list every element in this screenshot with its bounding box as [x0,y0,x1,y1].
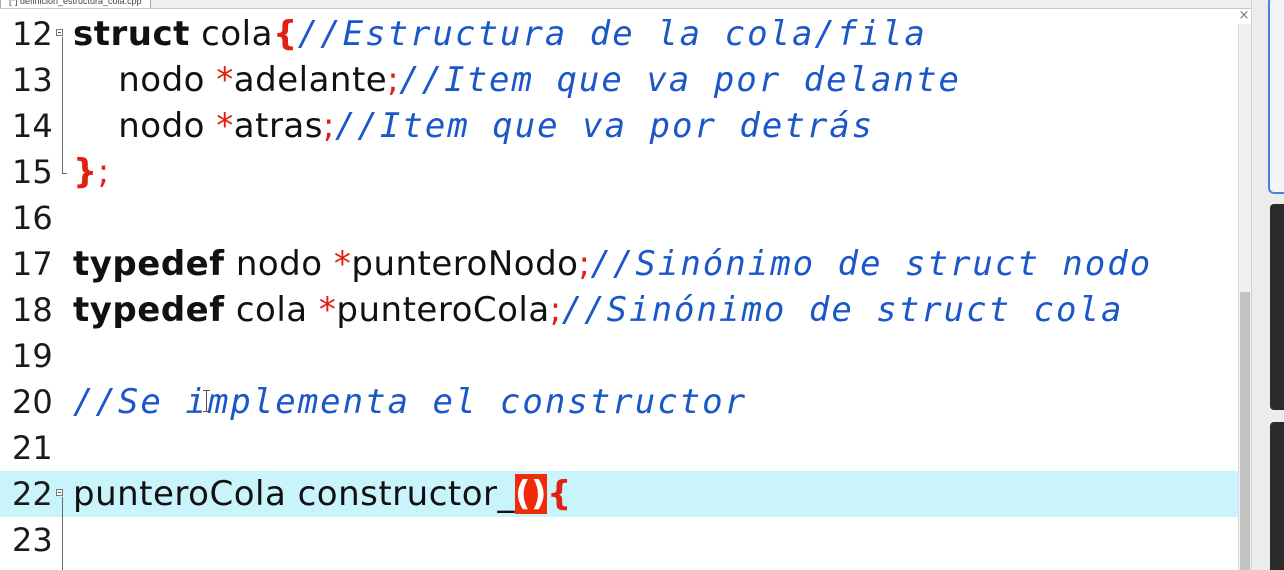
code-line[interactable]: 16 [0,195,1238,241]
line-number: 16 [12,199,53,237]
identifier-token: punteroCola [336,290,550,330]
fold-minus-icon[interactable] [56,489,63,496]
fold-minus-icon[interactable] [56,29,63,36]
comment-token: //Se implementa el constructor [73,382,748,422]
comment-token: //Item que va por delante [399,60,961,100]
code-line[interactable]: 17 typedef nodo *punteroNodo;//Sinónimo d… [0,241,1238,287]
line-number: 22 [12,475,53,513]
line-number: 18 [12,291,53,329]
code-text[interactable]: nodo *adelante;//Item que va por delante [73,57,961,103]
operator-token: ; [322,106,335,146]
code-line-current[interactable]: 22 punteroCola constructor_(){ [0,471,1238,517]
code-text[interactable]: nodo *atras;//Item que va por detrás [73,103,874,149]
identifier-token: cola [189,14,273,54]
code-text[interactable]: typedef cola *punteroCola;//Sinónimo de … [73,287,1123,333]
code-line[interactable]: 13 nodo *adelante;//Item que va por dela… [0,57,1238,103]
side-panel-card[interactable] [1270,204,1284,410]
comment-token: //Estructura de la cola/fila [297,14,927,54]
operator-token: * [216,60,234,100]
operator-token: ; [97,152,110,192]
line-number: 21 [12,429,53,467]
bracket-token: } [73,152,98,192]
side-panel-card[interactable] [1270,422,1284,570]
operator-token: ; [549,290,562,330]
code-line[interactable]: 19 [0,333,1238,379]
line-number: 23 [12,521,53,559]
code-text[interactable]: //Se implementa el constructor [73,379,747,425]
line-number: 14 [12,107,53,145]
keyword-token: struct [73,14,190,54]
comment-token: //Item que va por detrás [334,106,875,146]
operator-token: * [333,244,352,284]
scrollbar-thumb[interactable] [1240,292,1250,570]
identifier-token: nodo [73,106,217,146]
editor-tab-strip: [*] definicion_estructura_cola.cpp [0,0,1284,9]
operator-token: ; [387,60,400,100]
code-line[interactable]: 15}; [0,149,1238,195]
fold-guide [62,37,63,173]
identifier-token: adelante [233,60,388,100]
code-text[interactable]: typedef nodo *punteroNodo;//Sinónimo de … [73,241,1152,287]
comment-token: //Sinónimo de struct nodo [590,244,1153,284]
keyword-token: typedef [73,244,225,284]
operator-token: * [216,106,234,146]
matched-brackets-token: () [515,474,548,514]
ibeam-cursor-icon [203,390,210,412]
bracket-token: { [272,14,298,54]
code-line[interactable]: 21 [0,425,1238,471]
fold-guide [62,497,63,570]
identifier-token: cola [224,290,319,330]
code-line[interactable]: 14 nodo *atras;//Item que va por detrás [0,103,1238,149]
code-line[interactable]: 18 typedef cola *punteroCola;//Sinónimo d… [0,287,1238,333]
code-line[interactable]: 23 [0,517,1238,563]
line-number: 17 [12,245,53,283]
identifier-token: punteroNodo [351,244,579,284]
fold-end-tick [62,173,67,174]
code-line[interactable]: 12 struct cola{//Estructura de la cola/fi… [0,11,1238,57]
close-icon[interactable]: × [1238,8,1250,24]
operator-token: ; [578,244,591,284]
bracket-token: { [547,474,572,514]
identifier-token: nodo [73,60,217,100]
identifier-token: nodo [224,244,334,284]
code-editor[interactable]: 12 struct cola{//Estructura de la cola/fi… [0,9,1238,570]
side-panel-card[interactable] [1268,0,1284,194]
vertical-scrollbar[interactable] [1238,24,1251,570]
code-text[interactable]: punteroCola constructor_(){ [73,471,572,517]
code-text[interactable]: }; [73,149,110,195]
identifier-token: atras [233,106,323,146]
line-number: 20 [12,383,53,421]
code-text[interactable]: struct cola{//Estructura de la cola/fila [73,11,927,57]
code-line[interactable]: 20 //Se implementa el constructor [0,379,1238,425]
line-number: 13 [12,61,53,99]
tab-file[interactable]: [*] definicion_estructura_cola.cpp [0,0,151,8]
line-number: 12 [12,15,53,53]
comment-token: //Sinónimo de struct cola [561,290,1124,330]
identifier-token: punteroCola constructor_ [73,474,516,514]
keyword-token: typedef [73,290,225,330]
operator-token: * [318,290,337,330]
line-number: 15 [12,153,53,191]
line-number: 19 [12,337,53,375]
